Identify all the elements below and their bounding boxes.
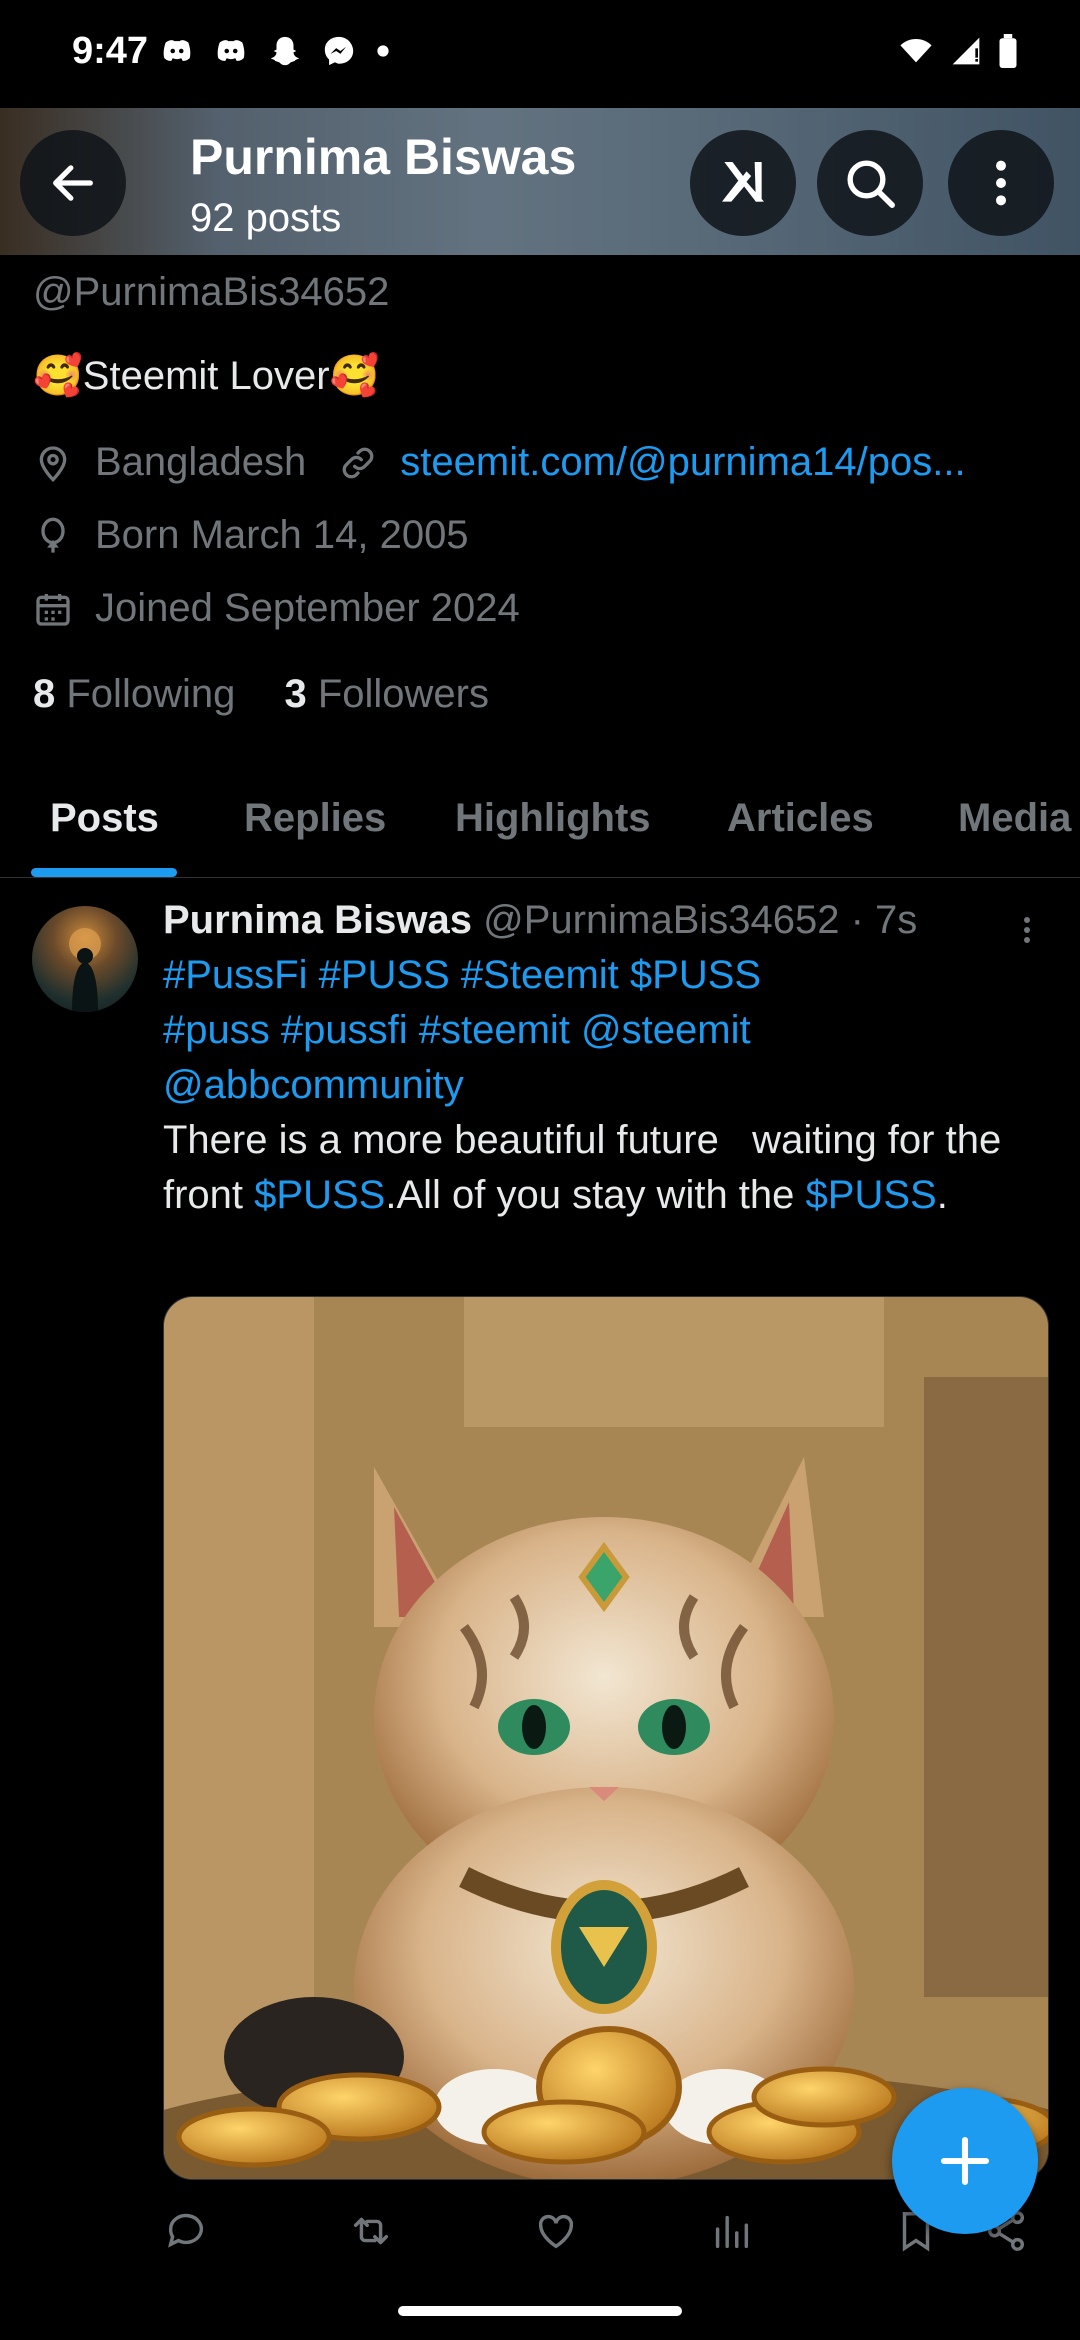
profile-location: Bangladesh [95,440,307,484]
compose-post-button[interactable] [892,2088,1038,2234]
following-label: Following [66,672,236,716]
post-actions [163,2208,1043,2264]
hashtag-link[interactable]: #Steemit [461,953,619,997]
status-bar: 9:47 [0,0,1080,108]
following-link[interactable]: 8 Following [33,672,235,716]
post-author-name[interactable]: Purnima Biswas [163,898,472,942]
hashtag-link[interactable]: #puss [163,1008,270,1052]
more-options-button[interactable] [948,130,1054,236]
notification-icons [160,34,390,68]
location-icon [39,445,67,482]
arrow-left-icon [53,165,93,201]
followers-link[interactable]: 3 Followers [284,672,489,716]
profile-meta-row: Bangladesh steemit.com/@purnima14/pos... [33,440,966,485]
tab-highlights[interactable]: Highlights [455,796,651,841]
tab-posts[interactable]: Posts [50,796,159,841]
discord-icon [217,40,245,61]
post-body-text: . [936,1173,948,1217]
battery-icon [999,34,1017,68]
tab-media[interactable]: Media [958,796,1071,841]
grok-button[interactable] [690,130,796,236]
post-tags-line-1: #PussFi #PUSS #Steemit $PUSS [163,948,1043,1003]
hashtag-link[interactable]: #pussfi [281,1008,408,1052]
status-time: 9:47 [72,30,149,72]
profile-joined-row: Joined September 2024 [33,586,520,631]
mention-link[interactable]: @steemit [581,1008,751,1052]
profile-website-link[interactable]: steemit.com/@purnima14/pos... [400,440,965,485]
profile-bio: 🥰Steemit Lover🥰 [33,354,380,398]
profile-tabs: Posts Replies Highlights Articles Media [0,752,1080,878]
avatar-image [69,928,101,1012]
discord-icon [163,40,191,61]
post-tags-line-2: #puss #pussfi #steemit @steemit [163,1003,1043,1058]
like-heart-icon[interactable] [533,2208,579,2254]
followers-label: Followers [317,672,489,716]
grok-icon [722,162,764,202]
profile-header: Purnima Biswas 92 posts [0,108,1080,255]
snapchat-icon [270,36,300,66]
active-tab-indicator [31,868,177,877]
profile-joined: Joined September 2024 [95,586,520,630]
post-header: Purnima Biswas @PurnimaBis34652 · 7s [163,898,917,943]
hashtag-link[interactable]: #steemit [419,1008,570,1052]
search-icon [847,160,895,208]
repost-icon[interactable] [348,2208,394,2254]
followers-count: 3 [284,672,307,716]
search-button[interactable] [817,130,923,236]
hashtag-link[interactable]: #PussFi [163,953,308,997]
hashtag-link[interactable]: #PUSS [319,953,450,997]
cashtag-link[interactable]: $PUSS [806,1173,937,1217]
post-text: #PussFi #PUSS #Steemit $PUSS #puss #puss… [163,948,1043,1223]
profile-handle: @PurnimaBis34652 [33,270,390,314]
header-profile-name: Purnima Biswas [190,129,577,185]
post-author-handle[interactable]: @PurnimaBis34652 [483,898,839,942]
plus-icon [940,2136,990,2186]
tab-replies[interactable]: Replies [244,796,386,841]
dot-icon [377,45,389,57]
header-posts-count: 92 posts [190,196,342,240]
calendar-icon [36,593,70,626]
balloon-icon [41,517,65,553]
wifi-icon [900,38,932,63]
back-button[interactable] [20,130,126,236]
cashtag-link[interactable]: $PUSS [630,953,761,997]
reply-icon[interactable] [163,2208,209,2254]
cashtag-link[interactable]: $PUSS [254,1173,385,1217]
post-media-image[interactable] [163,1296,1049,2180]
post-body: There is a more beautiful future waiting… [163,1113,1043,1223]
post-timestamp: · 7s [850,898,918,942]
cat-with-coins-illustration [164,1297,1048,2179]
post-tags-line-3: @abbcommunity [163,1058,1043,1113]
post-more-icon[interactable] [1012,910,1042,950]
home-gesture-bar[interactable] [398,2306,682,2316]
follow-stats: 8 Following 3 Followers [33,672,489,717]
post-author-avatar[interactable] [32,906,138,1012]
link-icon [342,447,374,478]
views-chart-icon[interactable] [708,2208,754,2254]
post-body-text: .All of you stay with the [385,1173,806,1217]
profile-born: Born March 14, 2005 [95,513,469,557]
signal-icon [952,37,980,65]
mention-link[interactable]: @abbcommunity [163,1063,464,1107]
more-vertical-icon [996,160,1006,206]
following-count: 8 [33,672,56,716]
messenger-icon [324,36,354,66]
profile-born-row: Born March 14, 2005 [33,513,469,558]
tab-articles[interactable]: Articles [727,796,874,841]
system-icons [896,34,1020,68]
